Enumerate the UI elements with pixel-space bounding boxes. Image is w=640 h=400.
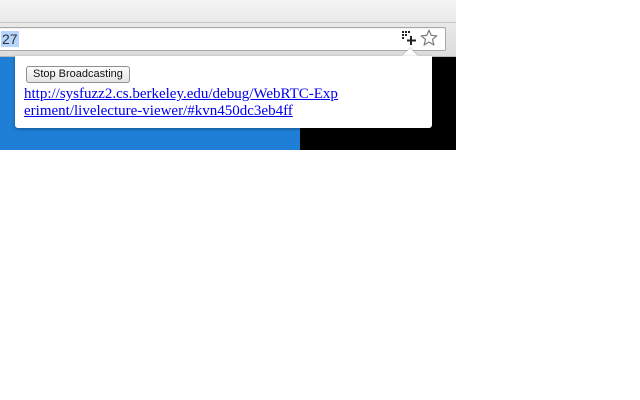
stop-broadcasting-button[interactable]: Stop Broadcasting [26, 66, 130, 83]
cast-extension-icon[interactable] [402, 31, 416, 45]
extension-popup: Stop Broadcasting http://sysfuzz2.cs.ber… [15, 56, 432, 128]
screen: 27 Stop Broadcasting http://sysfuzz2.cs.… [0, 0, 640, 400]
star-icon[interactable] [420, 29, 438, 47]
address-bar[interactable]: 27 [0, 27, 446, 51]
browser-toolbar: 27 [0, 0, 456, 57]
popup-arrow [402, 48, 418, 56]
address-bar-text[interactable]: 27 [1, 31, 19, 47]
tab-strip [0, 0, 456, 23]
viewer-link[interactable]: http://sysfuzz2.cs.berkeley.edu/debug/We… [24, 86, 344, 120]
